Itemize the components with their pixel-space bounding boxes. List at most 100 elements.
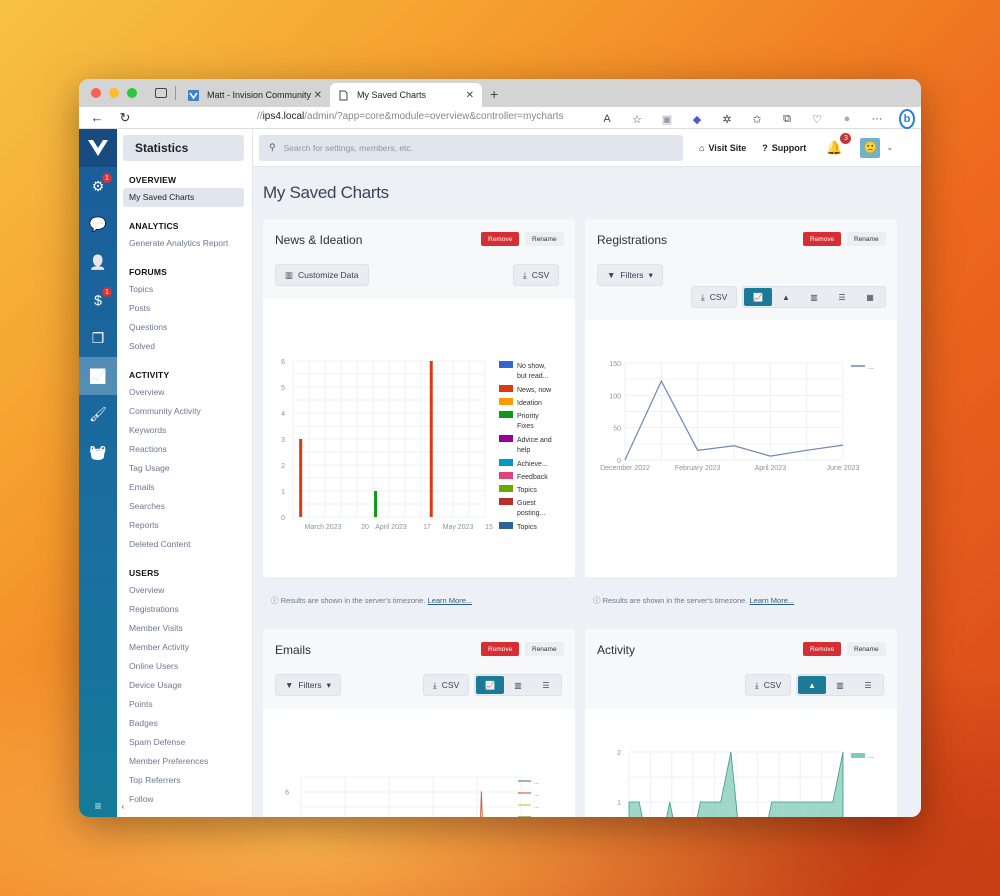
table-view-button[interactable]: ▦	[856, 288, 884, 306]
menu-item-member-preferences[interactable]: Member Preferences	[123, 752, 244, 771]
collections-icon[interactable]: ⧉	[779, 113, 795, 126]
rename-button[interactable]: Rename	[847, 642, 886, 656]
menu-item-reactions[interactable]: Reactions	[123, 440, 244, 459]
menu-item-solved[interactable]: Solved	[123, 337, 244, 356]
menu-item-online-users[interactable]: Online Users	[123, 657, 244, 676]
rail-item-stats[interactable]: 📈	[79, 357, 117, 395]
x-tick-label: 15	[485, 524, 493, 531]
menu-item-top-referrers[interactable]: Top Referrers	[123, 771, 244, 790]
rail-item-marketplace[interactable]: 🧺	[79, 433, 117, 471]
read-aloud-icon[interactable]: A	[599, 113, 615, 125]
menu-item-community-activity[interactable]: Community Activity	[123, 402, 244, 421]
menu-toggle-icon[interactable]: ≡	[79, 795, 117, 817]
menu-item-overview[interactable]: Overview	[123, 581, 244, 600]
x-tick-label: 17	[423, 524, 431, 531]
collapse-menu-button[interactable]: ‹	[117, 795, 129, 817]
new-tab-button[interactable]: +	[490, 86, 498, 102]
menu-item-tag-usage[interactable]: Tag Usage	[123, 459, 244, 478]
devtools-icon[interactable]: ▣	[659, 113, 675, 126]
rail-item-customization[interactable]: 🖌	[79, 395, 117, 433]
menu-item-generate-analytics-report[interactable]: Generate Analytics Report	[123, 234, 244, 253]
search-input[interactable]: ⚲ Search for settings, members, etc.	[259, 134, 683, 161]
remove-button[interactable]: Remove	[481, 232, 520, 246]
sidebar-toggle-icon[interactable]	[155, 88, 167, 98]
csv-button[interactable]: ⤓ CSV	[423, 674, 470, 696]
reload-icon[interactable]: ↻	[115, 110, 135, 126]
avatar[interactable]: 🙂	[860, 137, 881, 158]
filters-dropdown[interactable]: ▼ Filters ▾	[597, 264, 663, 286]
rename-button[interactable]: Rename	[525, 642, 564, 656]
area-chart-button[interactable]: ▲	[772, 288, 800, 306]
rail-item-system[interactable]: ⚙ 1	[79, 167, 117, 205]
more-options-icon[interactable]: ···	[869, 113, 885, 125]
column-chart-button[interactable]: ▥	[504, 676, 532, 694]
invision-logo[interactable]	[79, 129, 117, 167]
rail-item-community[interactable]: 💬	[79, 205, 117, 243]
menu-item-member-visits[interactable]: Member Visits	[123, 619, 244, 638]
bar-chart-button[interactable]: ☰	[828, 288, 856, 306]
remove-button[interactable]: Remove	[803, 642, 842, 656]
menu-item-registrations[interactable]: Registrations	[123, 600, 244, 619]
menu-item-device-usage[interactable]: Device Usage	[123, 676, 244, 695]
menu-item-posts[interactable]: Posts	[123, 299, 244, 318]
bar-chart-button[interactable]: ☰	[854, 676, 882, 694]
bing-chat-icon[interactable]: b	[899, 109, 915, 129]
teams-icon[interactable]: ◆	[689, 113, 705, 126]
browser-tab-my-saved-charts[interactable]: My Saved Charts ✕	[330, 83, 482, 107]
close-window-button[interactable]	[91, 88, 101, 98]
menu-item-keywords[interactable]: Keywords	[123, 421, 244, 440]
rail-item-commerce[interactable]: $1	[79, 281, 117, 319]
favorites-list-icon[interactable]: ✩	[749, 113, 765, 126]
maximize-window-button[interactable]	[127, 88, 137, 98]
registrations-chart: 0 50 100 150 December 2022 February 2023 April…	[600, 361, 874, 472]
browser-tab-invision[interactable]: Matt - Invision Community ✕	[180, 83, 330, 107]
column-chart-button[interactable]: ▥	[800, 288, 828, 306]
bar-chart-button[interactable]: ☰	[532, 676, 560, 694]
learn-more-link[interactable]: Learn More...	[428, 596, 473, 605]
menu-item-questions[interactable]: Questions	[123, 318, 244, 337]
browser-essentials-icon[interactable]: ♡	[809, 113, 825, 126]
menu-item-spam-defense[interactable]: Spam Defense	[123, 733, 244, 752]
filters-dropdown[interactable]: ▼ Filters ▾	[275, 674, 341, 696]
close-tab-icon[interactable]: ✕	[466, 90, 474, 101]
csv-button[interactable]: ⤓ CSV	[513, 264, 560, 286]
menu-item-points[interactable]: Points	[123, 695, 244, 714]
menu-item-deleted-content[interactable]: Deleted Content	[123, 535, 244, 554]
learn-more-link[interactable]: Learn More...	[750, 596, 795, 605]
back-arrow-icon[interactable]: ←	[87, 110, 107, 125]
rename-button[interactable]: Rename	[847, 232, 886, 246]
csv-button[interactable]: ⤓ CSV	[745, 674, 792, 696]
menu-item-badges[interactable]: Badges	[123, 714, 244, 733]
menu-item-member-activity[interactable]: Member Activity	[123, 638, 244, 657]
notifications-button[interactable]: 🔔 3	[826, 132, 852, 156]
close-tab-icon[interactable]: ✕	[314, 90, 322, 101]
visit-site-link[interactable]: ⌂ Visit Site	[699, 143, 746, 153]
extensions-icon[interactable]: ✲	[719, 113, 735, 126]
remove-button[interactable]: Remove	[481, 642, 520, 656]
menu-item-emails[interactable]: Emails	[123, 478, 244, 497]
csv-button[interactable]: ⤓ CSV	[691, 286, 738, 308]
menu-item-searches[interactable]: Searches	[123, 497, 244, 516]
rail-item-members[interactable]: 👤	[79, 243, 117, 281]
line-chart-button[interactable]: 📈	[744, 288, 772, 306]
chevron-down-icon[interactable]: ⌄	[886, 143, 893, 152]
minimize-window-button[interactable]	[109, 88, 119, 98]
support-link[interactable]: ? Support	[762, 143, 806, 153]
remove-button[interactable]: Remove	[803, 232, 842, 246]
customize-data-button[interactable]: ▥ Customize Data	[275, 264, 369, 286]
menu-item-overview[interactable]: Overview	[123, 383, 244, 402]
rename-button[interactable]: Rename	[525, 232, 564, 246]
profile-icon[interactable]: ●	[839, 113, 855, 125]
legend-label: Achieve...	[517, 461, 548, 468]
menu-item-reports[interactable]: Reports	[123, 516, 244, 535]
rail-item-pages[interactable]: ❐	[79, 319, 117, 357]
menu-item-follow[interactable]: Follow	[123, 790, 244, 809]
column-chart-button[interactable]: ▥	[826, 676, 854, 694]
favorite-star-icon[interactable]: ☆	[629, 113, 645, 126]
line-chart-button[interactable]: 📈	[476, 676, 504, 694]
menu-item-topics[interactable]: Topics	[123, 280, 244, 299]
chat-bubbles-icon: 💬	[89, 215, 107, 232]
area-chart-button[interactable]: ▲	[798, 676, 826, 694]
url-text[interactable]: //ips4.local/admin/?app=core&module=over…	[257, 111, 564, 122]
menu-item-my-saved-charts[interactable]: My Saved Charts	[123, 188, 244, 207]
